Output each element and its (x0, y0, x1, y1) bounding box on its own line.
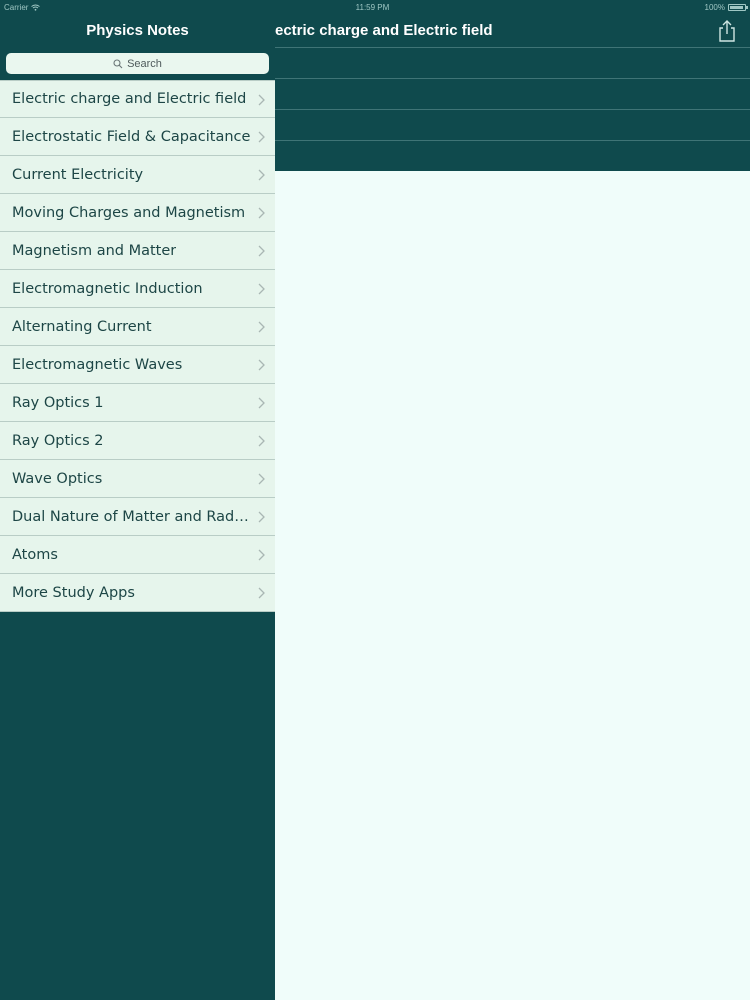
list-item[interactable]: Current Electricity (0, 156, 275, 194)
share-icon[interactable] (716, 19, 738, 43)
list-item-label: Magnetism and Matter (12, 242, 177, 259)
detail-row[interactable] (275, 109, 750, 140)
list-item-label: Electrostatic Field & Capacitance (12, 128, 251, 145)
search-placeholder: Search (127, 57, 162, 70)
list-item[interactable]: Moving Charges and Magnetism (0, 194, 275, 232)
list-item[interactable]: Ray Optics 2 (0, 422, 275, 460)
chevron-right-icon (258, 283, 265, 295)
list-item-label: Electric charge and Electric field (12, 91, 247, 107)
detail-row[interactable] (275, 78, 750, 109)
chevron-right-icon (258, 131, 265, 143)
battery-icon (727, 3, 748, 11)
list-item-label: Ray Optics 1 (12, 394, 104, 411)
list-item-label: Wave Optics (12, 470, 103, 487)
chevron-right-icon (258, 511, 265, 523)
list-item-label: Electromagnetic Induction (12, 280, 203, 297)
search-icon (113, 58, 123, 68)
topic-list: Electric charge and Electric field Elect… (0, 80, 275, 612)
list-item[interactable]: Magnetism and Matter (0, 232, 275, 270)
chevron-right-icon (258, 169, 265, 181)
search-input[interactable]: Search (6, 53, 269, 74)
list-item[interactable]: Alternating Current (0, 308, 275, 346)
list-item-label: Moving Charges and Magnetism (12, 204, 246, 221)
chevron-right-icon (258, 397, 265, 409)
list-item-label: Ray Optics 2 (12, 432, 104, 449)
search-bar: Search (0, 47, 275, 80)
list-item-label: Dual Nature of Matter and Radiat… (12, 508, 252, 525)
list-item[interactable]: Electrostatic Field & Capacitance (0, 118, 275, 156)
list-item[interactable]: Electric charge and Electric field (0, 80, 275, 118)
chevron-right-icon (258, 587, 265, 599)
status-time: 11:59 PM (355, 2, 390, 12)
detail-rows (275, 47, 750, 171)
chevron-right-icon (258, 435, 265, 447)
status-left: Carrier (4, 2, 41, 12)
list-item[interactable]: Dual Nature of Matter and Radiat… (0, 498, 275, 536)
chevron-right-icon (258, 207, 265, 219)
detail-title: ectric charge and Electric field (275, 22, 493, 39)
list-item-label: Electromagnetic Waves (12, 356, 183, 373)
detail-row[interactable] (275, 140, 750, 171)
list-item-label: Current Electricity (12, 166, 144, 183)
chevron-right-icon (258, 94, 265, 106)
status-bar: Carrier 11:59 PM 100% (0, 0, 750, 14)
list-item[interactable]: Electromagnetic Waves (0, 346, 275, 384)
chevron-right-icon (258, 473, 265, 485)
chevron-right-icon (258, 245, 265, 257)
wifi-icon (31, 4, 41, 11)
sidebar: Physics Notes Search Electric charge and… (0, 14, 275, 1000)
list-item-label: Atoms (12, 546, 58, 563)
list-item[interactable]: Atoms (0, 536, 275, 574)
chevron-right-icon (258, 359, 265, 371)
battery-percent: 100% (704, 2, 725, 12)
detail-navbar: ectric charge and Electric field (275, 14, 750, 47)
list-item[interactable]: Wave Optics (0, 460, 275, 498)
status-right: 100% (704, 2, 748, 12)
list-item-label: More Study Apps (12, 584, 135, 601)
detail-row[interactable] (275, 47, 750, 78)
chevron-right-icon (258, 321, 265, 333)
detail-content (275, 173, 750, 1000)
list-item[interactable]: Electromagnetic Induction (0, 270, 275, 308)
list-item[interactable]: Ray Optics 1 (0, 384, 275, 422)
list-item-label: Alternating Current (12, 318, 152, 335)
list-item[interactable]: More Study Apps (0, 574, 275, 612)
carrier-label: Carrier (4, 2, 29, 12)
chevron-right-icon (258, 549, 265, 561)
sidebar-title: Physics Notes (86, 22, 189, 39)
